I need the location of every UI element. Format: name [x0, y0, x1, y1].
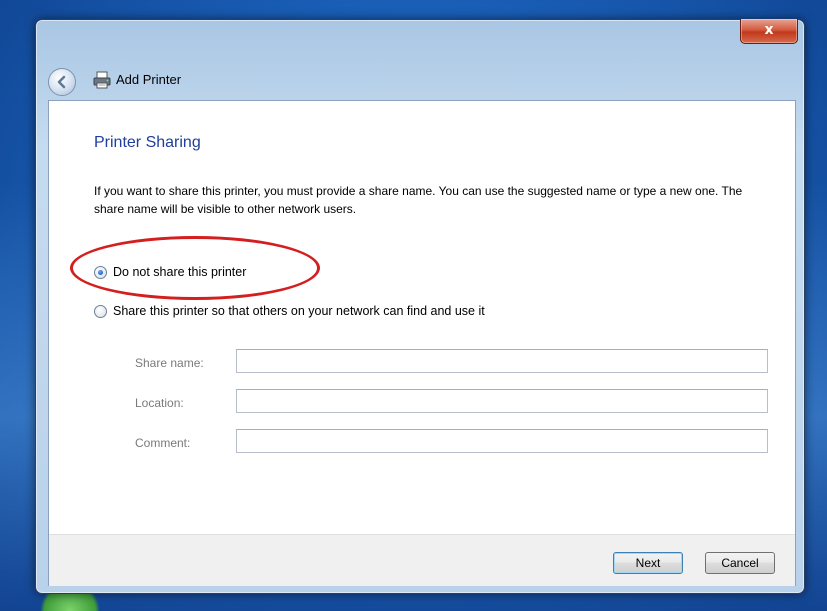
back-arrow-icon	[57, 75, 66, 89]
do-not-share-label: Do not share this printer	[113, 265, 247, 279]
close-icon: x	[764, 22, 774, 38]
printer-icon	[93, 71, 111, 89]
add-printer-window: x Add Printer Printer Sharing If you wan…	[35, 19, 805, 594]
window-title: Add Printer	[116, 72, 182, 87]
share-printer-label: Share this printer so that others on you…	[113, 304, 485, 318]
next-button[interactable]: Next	[613, 552, 683, 574]
comment-label: Comment:	[135, 436, 191, 450]
location-input[interactable]	[236, 389, 768, 413]
back-button[interactable]	[48, 68, 76, 96]
do-not-share-option[interactable]: Do not share this printer	[94, 265, 246, 279]
page-heading: Printer Sharing	[94, 134, 201, 151]
page-description: If you want to share this printer, you m…	[94, 184, 743, 216]
wizard-footer: Next Cancel	[49, 534, 795, 586]
location-label: Location:	[135, 396, 184, 410]
share-name-input[interactable]	[236, 349, 768, 373]
cancel-button[interactable]: Cancel	[705, 552, 775, 574]
do-not-share-radio[interactable]	[94, 265, 107, 279]
share-printer-option[interactable]: Share this printer so that others on you…	[94, 304, 485, 318]
comment-input[interactable]	[236, 429, 768, 453]
share-printer-radio[interactable]	[94, 304, 107, 318]
close-button[interactable]: x	[740, 19, 798, 44]
share-name-label: Share name:	[135, 356, 204, 370]
radio-selected-dot	[98, 269, 103, 275]
wizard-content: Printer Sharing If you want to share thi…	[48, 100, 796, 586]
